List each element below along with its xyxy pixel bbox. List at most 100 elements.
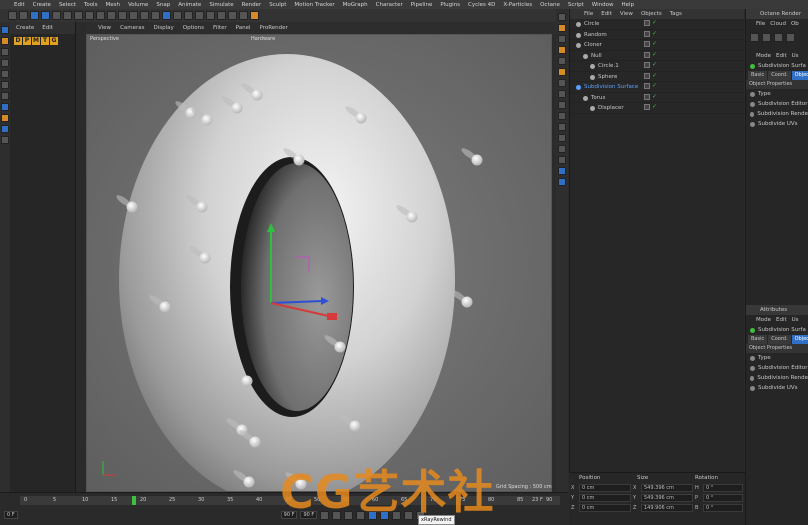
attr-tab[interactable]: Object <box>791 71 808 80</box>
visibility-toggle[interactable] <box>644 83 650 89</box>
menu-script[interactable]: Script <box>568 2 584 8</box>
viewport-menu-display[interactable]: Display <box>154 25 174 31</box>
menu-help[interactable]: Help <box>621 2 634 8</box>
layout-icon[interactable] <box>558 13 566 21</box>
attr-field[interactable]: Subdivide UVs <box>746 383 808 393</box>
rotation-field[interactable]: 0 ° <box>703 504 743 512</box>
animate-bullet-icon[interactable] <box>750 385 755 391</box>
enable-axis-icon[interactable] <box>1 103 9 111</box>
om-menu-file[interactable]: File <box>584 11 593 17</box>
menu-edit[interactable]: Edit <box>14 2 25 8</box>
object-row[interactable]: Subdivision Surface ✓ <box>570 82 744 93</box>
octane-stop-icon[interactable] <box>774 33 783 42</box>
viewport[interactable]: Perspective Hardware <box>86 34 552 492</box>
visibility-toggle[interactable] <box>644 62 650 68</box>
enabled-check-icon[interactable]: ✓ <box>652 41 657 47</box>
om-menu-view[interactable]: View <box>620 11 633 17</box>
object-row[interactable]: Sphere ✓ <box>570 72 744 82</box>
scale-icon[interactable] <box>52 11 61 20</box>
menu-create[interactable]: Create <box>33 2 51 8</box>
workplane-icon[interactable] <box>1 59 9 67</box>
octane-render-icon[interactable] <box>750 33 759 42</box>
move-icon[interactable] <box>41 11 50 20</box>
visibility-toggle[interactable] <box>644 72 650 79</box>
model-mode-icon[interactable] <box>1 37 9 45</box>
enabled-check-icon[interactable]: ✓ <box>652 62 657 68</box>
z-axis-icon[interactable] <box>107 11 116 20</box>
xpresso-icon[interactable] <box>558 167 566 175</box>
attr-menu-item[interactable]: Edit <box>776 315 787 325</box>
undo-icon[interactable] <box>8 11 17 20</box>
size-field[interactable]: 549.396 cm <box>641 494 693 502</box>
tweak-icon[interactable] <box>1 114 9 122</box>
octane-pause-icon[interactable] <box>762 33 771 42</box>
menu-volume[interactable]: Volume <box>128 2 148 8</box>
visibility-toggle[interactable] <box>644 20 650 26</box>
animate-bullet-icon[interactable] <box>750 375 755 381</box>
left-panel-edit-menu[interactable]: Edit <box>42 25 53 31</box>
layer-button-p[interactable]: P <box>23 37 31 45</box>
environment-tool-icon[interactable] <box>558 123 566 131</box>
position-field[interactable]: 0 cm <box>579 494 631 502</box>
world-coord-icon[interactable] <box>118 11 127 20</box>
om-menu-tags[interactable]: Tags <box>670 11 682 17</box>
tag-tool-icon[interactable] <box>558 145 566 153</box>
texture-mode-icon[interactable] <box>1 48 9 56</box>
menu-plugins[interactable]: Plugins <box>440 2 460 8</box>
snap-icon[interactable] <box>1 125 9 133</box>
size-field[interactable]: 149.906 cm <box>641 504 693 512</box>
subdivision-icon[interactable] <box>184 11 193 20</box>
camera-icon[interactable] <box>228 11 237 20</box>
animate-bullet-icon[interactable] <box>750 365 755 371</box>
menu-octane[interactable]: Octane <box>540 2 560 8</box>
attr-field[interactable]: Subdivision Rende <box>746 109 808 119</box>
lock-workplane-icon[interactable] <box>1 136 9 144</box>
menu-snap[interactable]: Snap <box>156 2 170 8</box>
menu-character[interactable]: Character <box>376 2 403 8</box>
object-row[interactable]: Null ✓ <box>570 51 744 61</box>
visibility-toggle[interactable] <box>644 93 650 100</box>
octane-menu-cloud[interactable]: Cloud <box>770 19 786 29</box>
enabled-check-icon[interactable]: ✓ <box>652 72 657 79</box>
octane-material-icon[interactable] <box>558 68 566 76</box>
deformer-icon[interactable] <box>206 11 215 20</box>
polygons-mode-icon[interactable] <box>1 92 9 100</box>
enabled-check-icon[interactable]: ✓ <box>652 51 657 58</box>
object-row[interactable]: Circle ✓ <box>570 19 744 30</box>
sculpt-tool-icon[interactable] <box>558 156 566 164</box>
attr-field[interactable]: Subdivision Rende <box>746 373 808 383</box>
edges-mode-icon[interactable] <box>1 81 9 89</box>
viewport-menu-cameras[interactable]: Cameras <box>120 25 144 31</box>
light-tool-icon[interactable] <box>558 57 566 65</box>
rotation-field[interactable]: 0 ° <box>703 494 743 502</box>
motion-icon[interactable] <box>558 178 566 186</box>
enabled-check-icon[interactable]: ✓ <box>652 30 657 37</box>
viewport-menu-panel[interactable]: Panel <box>236 25 251 31</box>
visibility-toggle[interactable] <box>644 41 650 47</box>
octane-camera-icon[interactable] <box>558 46 566 54</box>
visibility-toggle[interactable] <box>644 30 650 37</box>
attr-tab[interactable]: Coord. <box>768 71 791 80</box>
animate-bullet-icon[interactable] <box>750 101 755 107</box>
attr-field[interactable]: Type <box>746 353 808 363</box>
menu-x-particles[interactable]: X-Particles <box>503 2 532 8</box>
viewport-menu-view[interactable]: View <box>98 25 111 31</box>
layer-button-m[interactable]: M <box>32 37 40 45</box>
menu-mesh[interactable]: Mesh <box>105 2 119 8</box>
animate-bullet-icon[interactable] <box>750 91 755 97</box>
object-row[interactable]: Random ✓ <box>570 30 744 40</box>
viewport-menu-options[interactable]: Options <box>183 25 204 31</box>
object-row[interactable]: Circle.1 ✓ <box>570 61 744 72</box>
cube-tool-icon[interactable] <box>558 35 566 43</box>
timeline-playhead[interactable] <box>132 496 136 505</box>
animate-bullet-icon[interactable] <box>750 121 755 127</box>
position-field[interactable]: 0 cm <box>579 484 631 492</box>
camera-tool-icon[interactable] <box>558 134 566 142</box>
attr-tab[interactable]: Object <box>791 335 808 344</box>
rotation-field[interactable]: 0 ° <box>703 484 743 492</box>
menu-mograph[interactable]: MoGraph <box>343 2 368 8</box>
enabled-check-icon[interactable]: ✓ <box>652 93 657 100</box>
layer-button-d[interactable]: D <box>14 37 22 45</box>
field-tool-icon[interactable] <box>558 112 566 120</box>
octane-menu-file[interactable]: File <box>756 19 765 29</box>
